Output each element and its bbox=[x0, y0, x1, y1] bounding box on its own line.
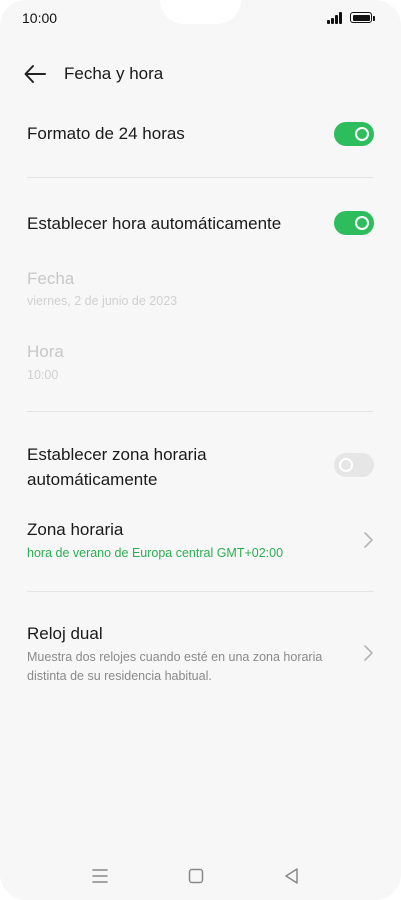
back-arrow-icon[interactable] bbox=[24, 64, 46, 84]
setting-time-label: Hora bbox=[27, 342, 64, 361]
home-nav-icon[interactable] bbox=[186, 866, 206, 886]
divider bbox=[27, 591, 374, 592]
battery-icon bbox=[350, 12, 375, 23]
divider bbox=[27, 177, 374, 178]
setting-dual-clock-desc-line1: Muestra dos relojes cuando esté en una z… bbox=[27, 650, 323, 664]
divider bbox=[27, 411, 374, 412]
setting-dual-clock-label: Reloj dual bbox=[27, 624, 103, 643]
menu-nav-icon[interactable] bbox=[90, 866, 110, 886]
chevron-right-icon bbox=[364, 645, 373, 661]
setting-timezone-label: Zona horaria bbox=[27, 520, 124, 539]
auto-time-toggle[interactable] bbox=[334, 211, 374, 235]
setting-time-value: 10:00 bbox=[27, 368, 59, 382]
signal-icon bbox=[327, 12, 345, 24]
page-title: Fecha y hora bbox=[64, 64, 164, 83]
setting-auto-timezone-label-line1: Establecer zona horaria bbox=[27, 445, 207, 464]
setting-format-24h-label: Formato de 24 horas bbox=[27, 124, 185, 143]
setting-timezone-value: hora de verano de Europa central GMT+02:… bbox=[27, 546, 284, 560]
setting-dual-clock-desc-line2: distinta de su residencia habitual. bbox=[27, 669, 212, 683]
setting-date-label: Fecha bbox=[27, 269, 75, 288]
auto-timezone-toggle[interactable] bbox=[334, 453, 374, 477]
setting-auto-timezone-label-line2: automáticamente bbox=[27, 470, 158, 489]
header: Fecha y hora bbox=[0, 56, 401, 92]
navigation-bar bbox=[0, 860, 401, 890]
format-24h-toggle[interactable] bbox=[334, 122, 374, 146]
setting-auto-time-label: Establecer hora automáticamente bbox=[27, 214, 282, 233]
status-bar: 10:00 bbox=[0, 0, 401, 36]
back-nav-icon[interactable] bbox=[282, 866, 302, 886]
chevron-right-icon bbox=[364, 532, 373, 548]
setting-date-value: viernes, 2 de junio de 2023 bbox=[27, 294, 178, 308]
phone-screen: 10:00 Fecha y hora Formato de 24 horas E… bbox=[0, 0, 401, 900]
status-time: 10:00 bbox=[22, 10, 58, 26]
